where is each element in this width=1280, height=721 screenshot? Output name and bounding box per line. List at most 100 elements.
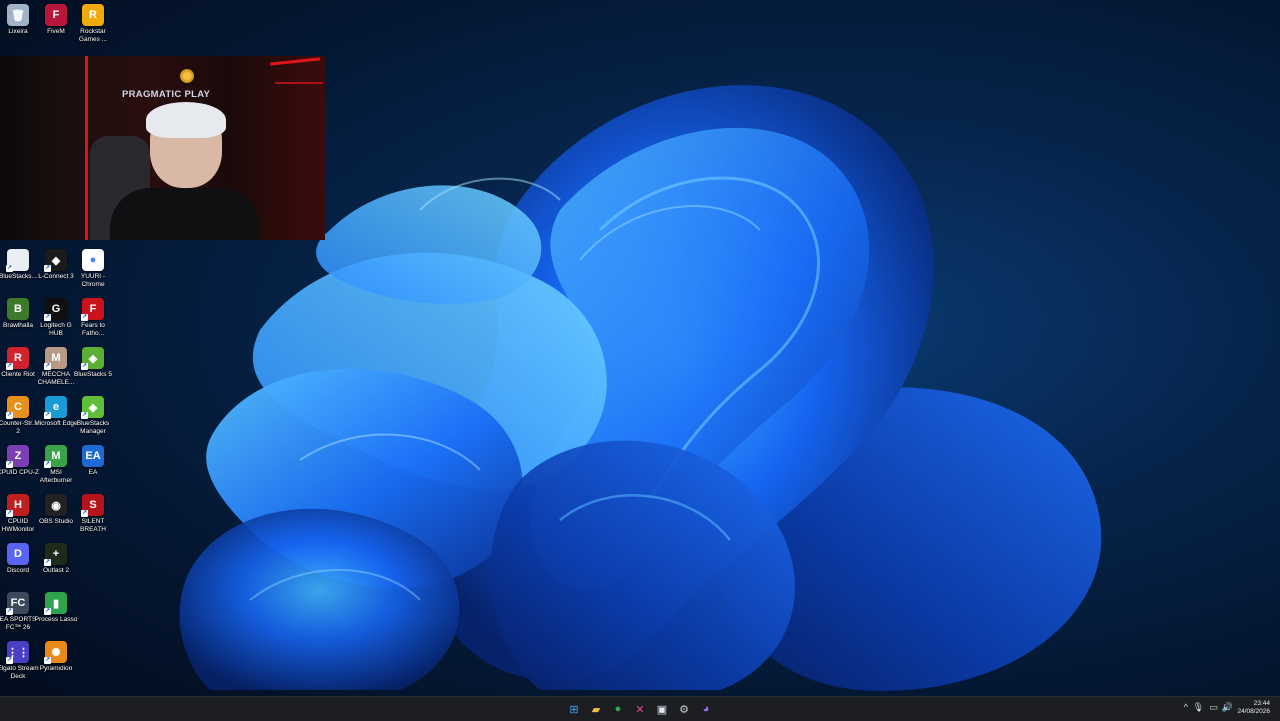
chat-app-icon[interactable]: ◕: [697, 700, 715, 718]
edge-icon: e ↗: [44, 396, 67, 419]
ea-sports-fc-icon: FC ↗: [6, 592, 29, 615]
desktop-icon-label: EA: [88, 469, 98, 476]
icon-glyph: M: [51, 450, 61, 462]
icon-glyph: F: [52, 9, 60, 21]
window-app-icon[interactable]: ▣: [653, 700, 671, 718]
desktop-icon[interactable]: ◈ ↗ BlueStacks Manager: [74, 396, 112, 435]
desktop-icon[interactable]: M ↗ MECCHA CHAMELE...: [37, 347, 75, 386]
shortcut-arrow-icon: ↗: [6, 510, 13, 517]
desktop-icon[interactable]: H ↗ CPUID HWMonitor: [0, 494, 37, 533]
icon-glyph: C: [14, 401, 22, 413]
desktop-icon[interactable]: ◈ ↗ BlueStacks 5: [74, 347, 112, 379]
afterburner-icon: M ↗: [44, 445, 67, 468]
shortcut-arrow-icon: ↗: [44, 559, 51, 566]
icon-glyph: ◈: [88, 352, 98, 365]
shortcut-arrow-icon: ↗: [81, 412, 88, 419]
obs-icon: ◉: [45, 494, 67, 516]
desktop-icon[interactable]: 🗑 Lixeira: [0, 4, 37, 36]
desktop-icon-label: BlueStacks Manager: [76, 420, 110, 435]
desktop-icon-label: SILENT BREATH: [80, 518, 106, 533]
desktop-icon-label: Pyramidion: [39, 665, 73, 672]
folder-icon[interactable]: ▰: [587, 700, 605, 718]
desktop-icon[interactable]: F ↗ Fears to Fatho...: [74, 298, 112, 337]
desktop-icon[interactable]: Z ↗ CPUID CPU-Z: [0, 445, 39, 477]
icon-glyph: ▮: [52, 597, 60, 610]
cpuz-icon: Z ↗: [6, 445, 29, 468]
icon-glyph: Z: [14, 450, 22, 462]
desktop-icon[interactable]: e ↗ Microsoft Edge: [34, 396, 78, 428]
icon-glyph: ◈: [88, 401, 98, 414]
icon-glyph: R: [14, 352, 22, 364]
network-icon[interactable]: ▭: [1209, 702, 1218, 713]
desktop-icon[interactable]: ▮ ↗ Process Lasso: [34, 592, 78, 624]
taskbar: ⊞ ▰ ● ✕ ▣ ⚙ ◕ ^ 🎙 ▭ 🔊 23:44 24/08/2026: [0, 696, 1280, 721]
icon-glyph: D: [14, 548, 22, 560]
desktop-icon[interactable]: ↗ BlueStacks...: [0, 249, 37, 281]
shortcut-arrow-icon: ↗: [44, 265, 51, 272]
icon-glyph: M: [51, 352, 61, 364]
silent-breath-icon: S ↗: [81, 494, 104, 517]
icon-glyph: B: [14, 303, 22, 315]
desktop-icon-label: Process Lasso: [34, 616, 78, 623]
shortcut-arrow-icon: ↗: [44, 314, 51, 321]
led-strip: [275, 82, 323, 84]
desktop-icon[interactable]: S ↗ SILENT BREATH: [74, 494, 112, 533]
desktop-icon[interactable]: R Rockstar Games ...: [74, 4, 112, 43]
pragmatic-play-logo-icon: [180, 69, 194, 83]
desktop-icon[interactable]: M ↗ MSI Afterburner: [37, 445, 75, 484]
desktop-icon[interactable]: ◉ OBS Studio: [37, 494, 75, 526]
desktop-icon[interactable]: ⋮⋮ ↗ Elgato Stream Deck: [0, 641, 39, 680]
desktop-icon[interactable]: B Brawlhalla: [0, 298, 37, 330]
icon-glyph: ●: [89, 254, 97, 266]
shortcut-arrow-icon: ↗: [44, 412, 51, 419]
icon-glyph: S: [89, 499, 97, 511]
icon-glyph: F: [89, 303, 97, 315]
shortcut-arrow-icon: ↗: [81, 363, 88, 370]
x-app-icon[interactable]: ✕: [631, 700, 649, 718]
icon-glyph: ◉: [51, 499, 61, 512]
desktop-icon[interactable]: + ↗ Outlast 2: [37, 543, 75, 575]
recycle-bin-icon: 🗑: [7, 4, 29, 26]
shortcut-arrow-icon: ↗: [6, 608, 13, 615]
clock-time: 23:44: [1253, 700, 1270, 707]
led-strip: [269, 57, 321, 66]
desktop-icon[interactable]: EA EA: [74, 445, 112, 477]
bluestacks-icon: ◈ ↗: [81, 347, 104, 370]
l-connect-icon: ◆ ↗: [44, 249, 67, 272]
ea-icon: EA: [82, 445, 104, 467]
webcam-overlay: PRAGMATIC PLAY: [0, 56, 325, 240]
chrome-icon: ●: [82, 249, 104, 271]
desktop-icon[interactable]: C ↗ Counter-Str... 2: [0, 396, 37, 435]
taskbar-clock[interactable]: 23:44 24/08/2026: [1237, 700, 1270, 716]
desktop-icon-label: Rockstar Games ...: [78, 28, 108, 43]
volume-icon[interactable]: 🔊: [1222, 702, 1233, 713]
desktop-icon[interactable]: FC ↗ EA SPORTS FC™ 26: [0, 592, 37, 631]
stream-deck-icon: ⋮⋮ ↗: [6, 641, 29, 664]
shortcut-arrow-icon: ↗: [6, 657, 13, 664]
rockstar-icon: R: [82, 4, 104, 26]
microphone-icon[interactable]: 🎙: [1193, 702, 1204, 713]
icon-glyph: R: [89, 9, 97, 21]
shortcut-arrow-icon: ↗: [44, 363, 51, 370]
person-hair: [146, 102, 226, 138]
shortcut-arrow-icon: ↗: [6, 412, 13, 419]
fivem-icon: F: [45, 4, 67, 26]
windows-start-icon[interactable]: ⊞: [565, 700, 583, 718]
steam-icon[interactable]: ⚙: [675, 700, 693, 718]
shortcut-arrow-icon: ↗: [6, 363, 13, 370]
tray-chevron-icon[interactable]: ^: [1184, 702, 1188, 712]
desktop-icon[interactable]: ● YUURI - Chrome: [74, 249, 112, 288]
desktop-icon[interactable]: F FiveM: [37, 4, 75, 36]
shortcut-arrow-icon: ↗: [81, 314, 88, 321]
desktop-icon[interactable]: ✺ ↗ Pyramidion: [37, 641, 75, 673]
desktop-icon[interactable]: G ↗ Logitech G HUB: [37, 298, 75, 337]
desktop-icon[interactable]: ◆ ↗ L-Connect 3: [37, 249, 75, 281]
icon-glyph: e: [52, 401, 60, 413]
desktop-icon-label: BlueStacks 5: [74, 371, 112, 378]
desktop-icon[interactable]: R ↗ Cliente Riot: [0, 347, 37, 379]
desktop-icon[interactable]: D Discord: [0, 543, 37, 575]
icon-glyph: ◆: [51, 254, 61, 267]
icon-glyph: 🗑: [11, 9, 25, 22]
chrome-icon[interactable]: ●: [609, 700, 627, 718]
webcam-logo-text: PRAGMATIC PLAY: [122, 89, 211, 100]
